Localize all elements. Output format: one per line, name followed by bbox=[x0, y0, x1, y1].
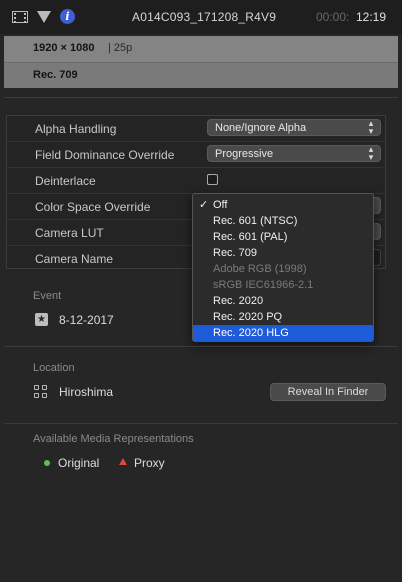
menu-item-label: Rec. 601 (NTSC) bbox=[213, 215, 298, 227]
deinterlace-checkbox[interactable] bbox=[207, 174, 218, 185]
menu-item-label: Rec. 601 (PAL) bbox=[213, 231, 288, 243]
checkmark-icon: ✓ bbox=[199, 199, 209, 211]
timecode-prefix: 00:00: bbox=[316, 10, 350, 24]
menu-item-rec601-pal[interactable]: Rec. 601 (PAL) bbox=[193, 229, 373, 245]
menu-item-rec2020[interactable]: Rec. 2020 bbox=[193, 293, 373, 309]
field-dominance-label: Field Dominance Override bbox=[35, 148, 175, 162]
info-icon[interactable]: i bbox=[60, 9, 75, 24]
deinterlace-label: Deinterlace bbox=[35, 174, 96, 188]
alpha-handling-popup[interactable]: None/Ignore Alpha ▴ ▾ bbox=[207, 119, 381, 136]
menu-item-rec709[interactable]: Rec. 709 bbox=[193, 245, 373, 261]
deinterlace-row: Deinterlace bbox=[7, 168, 385, 194]
clip-summary: 1920 × 1080 | 25p Rec. 709 bbox=[4, 36, 398, 88]
film-icon[interactable] bbox=[12, 9, 28, 25]
menu-item-label: Rec. 2020 HLG bbox=[213, 327, 289, 339]
filter-triangle-icon[interactable] bbox=[37, 11, 51, 23]
camera-lut-label: Camera LUT bbox=[35, 226, 104, 240]
alpha-handling-value: None/Ignore Alpha bbox=[215, 122, 307, 134]
field-dominance-row: Field Dominance Override Progressive ▴ ▾ bbox=[7, 142, 385, 168]
menu-item-label: Rec. 2020 PQ bbox=[213, 311, 283, 323]
reveal-in-finder-button[interactable]: Reveal In Finder bbox=[270, 383, 386, 401]
original-media-label: Original bbox=[58, 456, 100, 470]
menu-item-label: Off bbox=[213, 199, 228, 211]
menu-item-rec2020-hlg[interactable]: Rec. 2020 HLG bbox=[193, 325, 373, 341]
proxy-media-label: Proxy bbox=[134, 456, 165, 470]
menu-item-srgb: sRGB IEC61966-2.1 bbox=[193, 277, 373, 293]
camera-name-label: Camera Name bbox=[35, 252, 114, 266]
color-space-override-label: Color Space Override bbox=[35, 200, 151, 214]
alpha-handling-row: Alpha Handling None/Ignore Alpha ▴ ▾ bbox=[7, 116, 385, 142]
divider bbox=[4, 97, 398, 98]
location-value: Hiroshima bbox=[59, 385, 114, 399]
frame-rate-text: | 25p bbox=[108, 42, 133, 54]
field-dominance-popup[interactable]: Progressive ▴ ▾ bbox=[207, 145, 381, 162]
event-label: Event bbox=[33, 290, 62, 302]
clip-title: A014C093_171208_R4V9 bbox=[132, 10, 277, 24]
inspector-header-bar: i A014C093_171208_R4V9 00:00: 12:19 bbox=[0, 0, 402, 34]
divider bbox=[4, 346, 398, 347]
timecode: 12:19 bbox=[356, 10, 387, 24]
resolution-text: 1920 × 1080 bbox=[33, 42, 95, 54]
menu-item-adobe-rgb: Adobe RGB (1998) bbox=[193, 261, 373, 277]
color-space-menu: ✓ Off Rec. 601 (NTSC) Rec. 601 (PAL) Rec… bbox=[192, 193, 374, 342]
divider bbox=[4, 423, 398, 424]
menu-item-label: Rec. 709 bbox=[213, 247, 258, 259]
menu-item-rec601-ntsc[interactable]: Rec. 601 (NTSC) bbox=[193, 213, 373, 229]
event-value: 8-12-2017 bbox=[59, 313, 114, 327]
menu-item-off[interactable]: ✓ Off bbox=[193, 197, 373, 213]
updown-chevron-icon: ▴▾ bbox=[368, 118, 374, 136]
menu-item-label: sRGB IEC61966-2.1 bbox=[213, 279, 314, 291]
library-grid-icon bbox=[34, 385, 48, 399]
menu-item-rec2020-pq[interactable]: Rec. 2020 PQ bbox=[193, 309, 373, 325]
menu-item-label: Rec. 2020 bbox=[213, 295, 264, 307]
proxy-warning-triangle-icon bbox=[119, 458, 127, 465]
field-dominance-value: Progressive bbox=[215, 148, 274, 160]
location-label: Location bbox=[33, 362, 75, 374]
updown-chevron-icon: ▴▾ bbox=[368, 144, 374, 162]
color-space-text: Rec. 709 bbox=[33, 69, 78, 81]
alpha-handling-label: Alpha Handling bbox=[35, 122, 117, 136]
menu-item-label: Adobe RGB (1998) bbox=[213, 263, 307, 275]
media-representations-label: Available Media Representations bbox=[33, 433, 194, 445]
star-icon: ★ bbox=[35, 313, 48, 326]
original-status-dot-icon bbox=[44, 460, 50, 466]
